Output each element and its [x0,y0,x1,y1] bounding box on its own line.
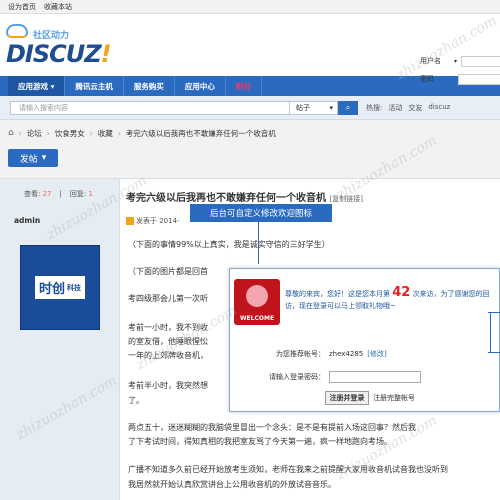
logo-text: DISCUZ [6,40,102,68]
chevron-down-icon: ▾ [329,103,333,112]
hot-words: 热搜: 活动 交友 discuz [366,103,450,113]
breadcrumb-item[interactable]: 收藏 [98,128,113,139]
breadcrumb-item[interactable]: 考完六级以后我再也不敢嫌弃任何一个收音机 [126,128,276,139]
welcome-word: WELCOME [239,315,275,322]
annotation-line [488,352,500,353]
post-meta: 发表于 2014- [126,216,180,226]
password-label: 密码 [420,75,434,83]
logo-excl: ! [100,40,112,68]
views-label: 查看: [24,189,41,198]
welcome-icon: WELCOME [234,279,280,325]
avatar-text-small: 科技 [67,283,81,292]
breadcrumb-item[interactable]: 论坛 [27,128,42,139]
nav-item-points[interactable]: 积分 [226,76,262,96]
recommend-account: zhex4285 [329,350,364,358]
bookmark-link[interactable]: 收藏本站 [44,2,72,12]
post-paragraph: 广播不知道多久前已经开始放考生须知，老师在我来之前提醒大家用收音机试音我也没听到 [128,465,448,474]
search-button[interactable]: ⌕ [338,100,358,115]
full-register-link[interactable]: 注册完整帐号 [373,393,415,403]
post-paragraph: 我居然就开始认真欣赏讲台上公用收音机的外放试音音乐。 [128,480,336,489]
thread-stats: 查看: 27 | 回复: 1 [0,179,120,208]
annotation-line [258,222,259,264]
recommend-label: 为您推荐帐号： [276,350,325,358]
author-name[interactable]: admin [14,216,40,225]
breadcrumb-item[interactable]: 饮食男女 [55,128,85,139]
nav-item-app-center[interactable]: 应用中心 [175,76,226,96]
welcome-message-pre: 尊敬的来宾，您好！这是您本月第 [285,290,390,298]
hot-word[interactable]: 交友 [408,103,422,113]
replies-label: 回复: [69,189,87,198]
search-icon: ⌕ [345,102,351,112]
popup-password-input[interactable] [329,371,421,383]
logo[interactable]: DISCUZ! [6,40,112,68]
search-bar: 请输入搜索内容 帖子 ▾ ⌕ 热搜: 活动 交友 discuz [0,96,500,120]
search-category-select[interactable]: 帖子 ▾ [290,100,338,115]
nav-item-apps-games[interactable]: 应用游戏 ▾ [8,76,66,96]
hot-word[interactable]: 活动 [388,103,402,113]
avatar[interactable]: 时创 科技 [20,245,100,330]
home-icon[interactable]: ⌂ [8,128,14,138]
top-bar: 设为首页 收藏本站 [0,0,500,14]
copy-link[interactable]: [复制链接] [329,195,362,203]
author-icon [126,217,134,225]
username-input[interactable] [461,55,500,67]
post-paragraph: 了下考试时间，得知真相的我把室友骂了今天第一遍，疯一样地跑向考场。 [128,437,392,446]
set-home-link[interactable]: 设为首页 [8,2,36,12]
username-label: 用户名 [420,57,441,65]
search-input[interactable]: 请输入搜索内容 [10,100,290,115]
thread-title-text: 考完六级以后我再也不敢嫌弃任何一个收音机 [126,193,326,204]
post-date: 发表于 2014- [136,217,180,225]
post-paragraph: 两点五十，迷迷糊糊的我脑袋里冒出一个念头：是不是有提前入场这回事？然后我 [128,423,416,432]
replies-count: 1 [88,189,93,198]
welcome-message: 尊敬的来宾，您好！这是您本月第 42 次来访，为了感谢您的回访，现在登录可以马上… [285,285,495,312]
new-post-label: 发帖 [19,154,38,165]
author-sidebar: admin 时创 科技 [0,208,120,500]
header: 社区动力 DISCUZ! 用户名 ▾ 密码 [0,14,500,85]
hot-word[interactable]: discuz [428,103,450,113]
new-post-button[interactable]: 发帖 ▾ [8,149,58,167]
register-login-button[interactable]: 注册并登录 [325,391,369,405]
modify-link[interactable]: [修改] [367,349,386,359]
annotation-label: 后台可自定义修改欢迎图标 [190,204,332,222]
username-dropdown[interactable]: ▾ [454,58,457,65]
breadcrumb: ⌂ › 论坛 › 饮食男女 › 收藏 › 考完六级以后我再也不敢嫌弃任何一个收音… [0,120,500,146]
views-count: 27 [42,189,52,198]
nav-item-services[interactable]: 服务购买 [124,76,175,96]
visit-count: 42 [392,285,411,300]
chevron-down-icon: ▾ [41,153,47,163]
nav-item-tencent-cloud[interactable]: 腾讯云主机 [65,76,124,96]
logo-cloud-icon [6,24,28,38]
password-label: 请输入登录密码： [269,373,325,381]
welcome-popup: WELCOME 尊敬的来宾，您好！这是您本月第 42 次来访，为了感谢您的回访，… [229,268,500,412]
annotation-line [490,312,491,352]
post-paragraph: （下面的事情99%以上真实，我是诚实守信的三好学生） [128,240,330,249]
search-category-label: 帖子 [296,103,310,112]
login-box: 用户名 ▾ 密码 [420,52,500,88]
password-input[interactable] [458,73,500,85]
avatar-text: 时创 [38,282,65,297]
hot-label: 热搜: [366,103,383,112]
